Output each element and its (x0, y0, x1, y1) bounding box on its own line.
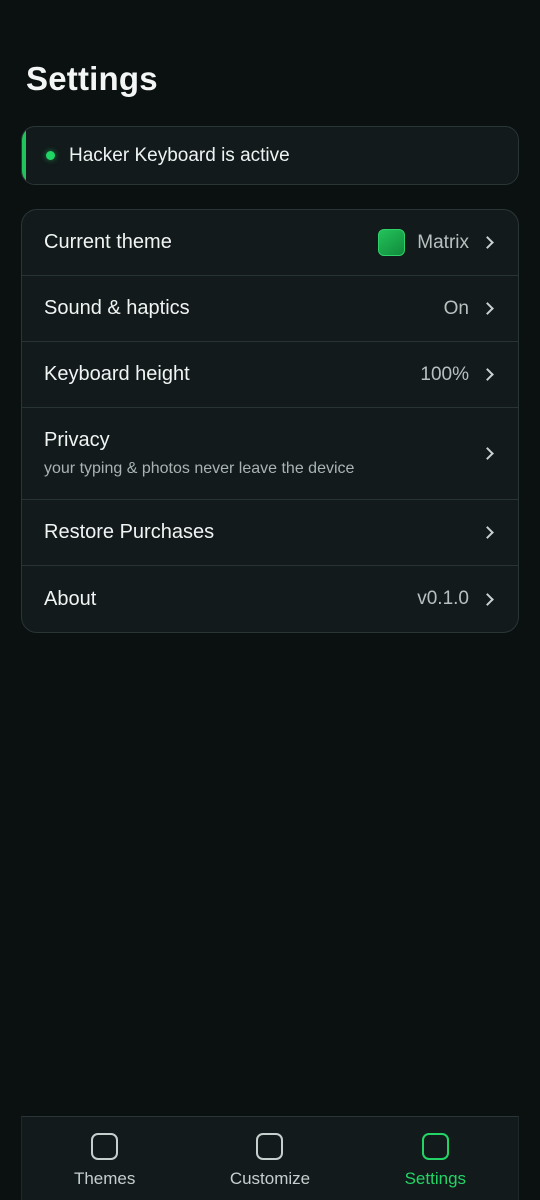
rounded-square-icon (421, 1133, 449, 1160)
status-text: Hacker Keyboard is active (69, 144, 290, 166)
status-dot-icon (46, 151, 55, 160)
setting-label: About (44, 587, 97, 610)
tab-label: Customize (229, 1169, 311, 1188)
keyboard-status-banner: Hacker Keyboard is active (21, 126, 519, 185)
setting-value: 100% (420, 363, 469, 385)
setting-label: Keyboard height (44, 363, 190, 385)
chevron-right-icon (481, 447, 494, 460)
setting-label: Current theme (44, 231, 172, 253)
tab-customize[interactable]: Customize (187, 1117, 352, 1200)
setting-value: v0.1.0 (417, 588, 469, 609)
bottom-tab-bar: Themes Customize Settings (21, 1116, 519, 1200)
rounded-square-icon (256, 1133, 284, 1160)
chevron-right-icon (481, 302, 494, 315)
setting-row-keyboard-height[interactable]: Keyboard height 100% (22, 342, 518, 408)
status-accent-bar (22, 127, 26, 184)
setting-row-current-theme[interactable]: Current theme Matrix (22, 210, 518, 276)
setting-value: On (443, 297, 469, 319)
tab-themes[interactable]: Themes (22, 1117, 187, 1200)
chevron-right-icon (481, 236, 494, 249)
settings-list: Current theme Matrix Sound & haptics On … (21, 209, 519, 633)
setting-row-about[interactable]: About v0.1.0 (22, 566, 518, 632)
setting-row-privacy[interactable]: Privacy your typing & photos never leave… (22, 408, 518, 500)
chevron-right-icon (481, 526, 494, 539)
setting-value: Matrix (417, 231, 469, 253)
rounded-square-icon (91, 1133, 119, 1160)
tab-settings[interactable]: Settings (353, 1117, 518, 1200)
page-title: Settings (26, 60, 158, 97)
setting-row-sound-haptics[interactable]: Sound & haptics On (22, 276, 518, 342)
tab-label: Settings (404, 1169, 467, 1188)
tab-label: Themes (73, 1169, 136, 1188)
setting-label: Sound & haptics (44, 297, 190, 319)
chevron-right-icon (481, 368, 494, 381)
chevron-right-icon (481, 592, 494, 606)
settings-screen: Settings Hacker Keyboard is active Curre… (0, 0, 540, 1200)
setting-label: Privacy (44, 429, 110, 451)
theme-swatch-icon (378, 229, 406, 256)
setting-subtitle: your typing & photos never leave the dev… (44, 460, 355, 477)
setting-label: Restore Purchases (44, 521, 215, 543)
setting-row-restore-purchases[interactable]: Restore Purchases (22, 500, 518, 566)
